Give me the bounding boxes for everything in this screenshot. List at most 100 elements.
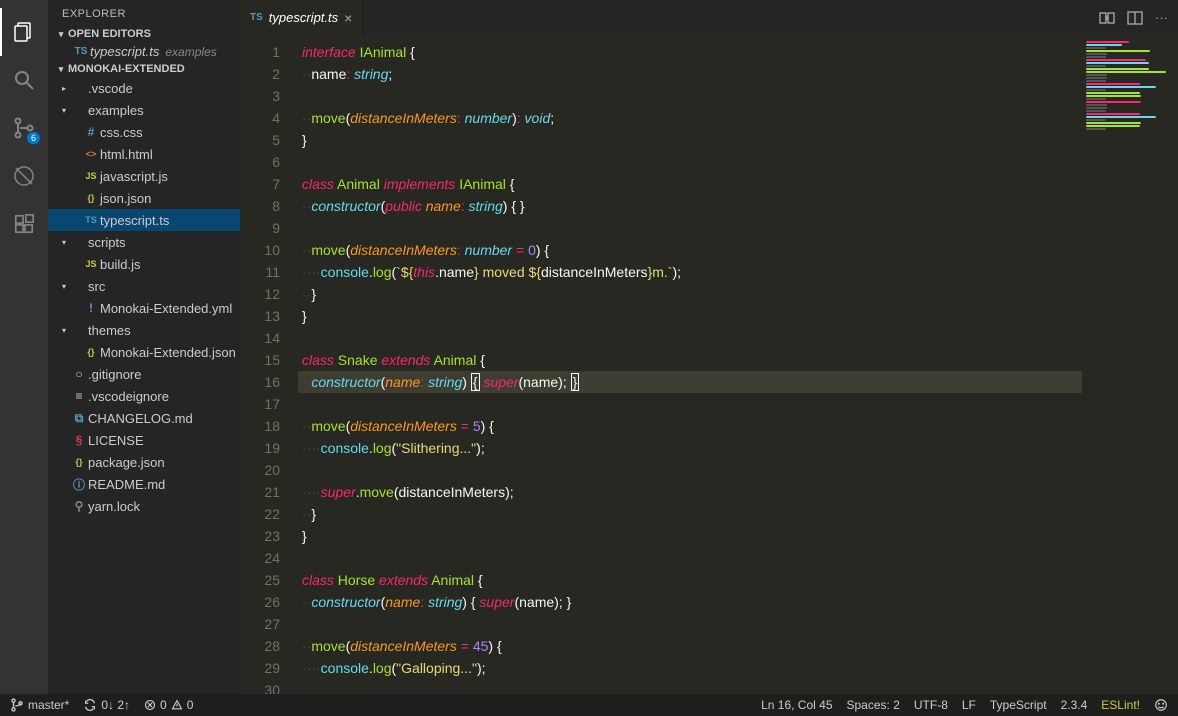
ts-version[interactable]: 2.3.4 <box>1061 698 1088 712</box>
folder-item[interactable]: ▾ scripts <box>48 231 240 253</box>
file-item[interactable]: ⓘREADME.md <box>48 473 240 495</box>
file-item[interactable]: ○.gitignore <box>48 363 240 385</box>
editor-body[interactable]: 1234567891011121314151617181920212223242… <box>240 35 1178 694</box>
more-icon[interactable]: ··· <box>1155 10 1168 25</box>
sync-status[interactable]: 0↓ 2↑ <box>83 698 130 712</box>
file-type-icon: <> <box>82 149 100 159</box>
folder-item[interactable]: ▾ examples <box>48 99 240 121</box>
tree-item-label: css.css <box>100 125 143 140</box>
file-type-icon: {} <box>82 193 100 203</box>
close-icon[interactable]: × <box>344 10 352 26</box>
tree-item-label: .vscode <box>88 81 133 96</box>
tree-item-label: themes <box>88 323 131 338</box>
file-item[interactable]: {}Monokai-Extended.json <box>48 341 240 363</box>
file-type-icon: ≡ <box>70 389 88 403</box>
file-type-icon: # <box>82 125 100 139</box>
file-item[interactable]: {}package.json <box>48 451 240 473</box>
diff-icon[interactable] <box>1099 10 1115 26</box>
indentation[interactable]: Spaces: 2 <box>847 698 900 712</box>
cursor-position[interactable]: Ln 16, Col 45 <box>761 698 832 712</box>
status-bar: master* 0↓ 2↑ 0 0 Ln 16, Col 45 Spaces: … <box>0 694 1178 716</box>
tree-item-label: .gitignore <box>88 367 141 382</box>
tree-item-label: LICENSE <box>88 433 144 448</box>
sidebar-title: EXPLORER <box>48 0 240 26</box>
folder-item[interactable]: ▸ .vscode <box>48 77 240 99</box>
file-type-icon: ! <box>82 301 100 315</box>
editor-tab[interactable]: TS typescript.ts × <box>240 0 363 35</box>
tree-item-label: Monokai-Extended.json <box>100 345 236 360</box>
chevron-down-icon: ▾ <box>58 282 70 291</box>
file-item[interactable]: ≡.vscodeignore <box>48 385 240 407</box>
file-item[interactable]: TStypescript.ts <box>48 209 240 231</box>
line-gutter: 1234567891011121314151617181920212223242… <box>240 35 298 694</box>
problems-status[interactable]: 0 0 <box>144 698 193 712</box>
tree-item-label: html.html <box>100 147 153 162</box>
chevron-down-icon: ▾ <box>58 106 70 115</box>
tree-item-label: README.md <box>88 477 165 492</box>
extensions-activity-icon[interactable] <box>0 200 48 248</box>
folder-item[interactable]: ▾ themes <box>48 319 240 341</box>
tree-item-label: Monokai-Extended.yml <box>100 301 232 316</box>
open-editors-header[interactable]: ▾ OPEN EDITORS <box>48 26 240 42</box>
chevron-down-icon: ▾ <box>58 238 70 247</box>
file-type-icon: ⚲ <box>70 499 88 513</box>
tree-item-label: CHANGELOG.md <box>88 411 193 426</box>
chevron-down-icon: ▾ <box>54 29 68 40</box>
tree-item-label: .vscodeignore <box>88 389 169 404</box>
file-tree: ▸.vscode▾examples#css.css<>html.htmlJSja… <box>48 77 240 517</box>
minimap[interactable] <box>1082 35 1178 694</box>
scm-badge: 6 <box>27 132 40 144</box>
open-editor-item[interactable]: TS typescript.ts examples <box>48 42 240 61</box>
feedback-icon[interactable] <box>1154 698 1168 712</box>
file-item[interactable]: {}json.json <box>48 187 240 209</box>
file-type-icon: JS <box>82 171 100 181</box>
tree-item-label: typescript.ts <box>100 213 169 228</box>
tab-actions: ··· <box>1089 0 1178 35</box>
file-type-icon: {} <box>82 347 100 357</box>
scm-activity-icon[interactable]: 6 <box>0 104 48 152</box>
tree-item-label: javascript.js <box>100 169 168 184</box>
sidebar: EXPLORER ▾ OPEN EDITORS TS typescript.ts… <box>48 0 240 694</box>
language-mode[interactable]: TypeScript <box>990 698 1047 712</box>
file-item[interactable]: §LICENSE <box>48 429 240 451</box>
file-item[interactable]: #css.css <box>48 121 240 143</box>
branch-status[interactable]: master* <box>10 698 69 712</box>
chevron-down-icon: ▾ <box>58 326 70 335</box>
file-item[interactable]: JSjavascript.js <box>48 165 240 187</box>
split-icon[interactable] <box>1127 10 1143 26</box>
tree-item-label: scripts <box>88 235 126 250</box>
file-type-icon: {} <box>70 457 88 467</box>
tab-bar: TS typescript.ts × ··· <box>240 0 1178 35</box>
file-type-icon: TS <box>82 215 100 225</box>
search-activity-icon[interactable] <box>0 56 48 104</box>
tree-item-label: json.json <box>100 191 151 206</box>
file-item[interactable]: <>html.html <box>48 143 240 165</box>
eol[interactable]: LF <box>962 698 976 712</box>
file-type-icon: ○ <box>70 367 88 381</box>
explorer-activity-icon[interactable] <box>0 8 48 56</box>
ts-file-icon: TS <box>72 46 90 57</box>
file-type-icon: § <box>70 433 88 447</box>
tree-item-label: src <box>88 279 105 294</box>
file-item[interactable]: ⧉CHANGELOG.md <box>48 407 240 429</box>
code-content[interactable]: interface IAnimal {··name: string; ··mov… <box>298 35 1082 694</box>
activity-bar: 6 <box>0 0 48 694</box>
eslint-status[interactable]: ESLint! <box>1101 698 1140 712</box>
file-item[interactable]: ⚲yarn.lock <box>48 495 240 517</box>
file-type-icon: JS <box>82 259 100 269</box>
folder-header[interactable]: ▾ MONOKAI-EXTENDED <box>48 61 240 77</box>
debug-activity-icon[interactable] <box>0 152 48 200</box>
chevron-right-icon: ▸ <box>58 84 70 93</box>
tree-item-label: examples <box>88 103 144 118</box>
file-item[interactable]: JSbuild.js <box>48 253 240 275</box>
chevron-down-icon: ▾ <box>54 64 68 75</box>
file-type-icon: ⧉ <box>70 411 88 426</box>
file-type-icon: ⓘ <box>70 476 88 493</box>
folder-item[interactable]: ▾ src <box>48 275 240 297</box>
file-item[interactable]: !Monokai-Extended.yml <box>48 297 240 319</box>
tree-item-label: build.js <box>100 257 140 272</box>
encoding[interactable]: UTF-8 <box>914 698 948 712</box>
ts-file-icon: TS <box>250 12 263 23</box>
editor-area: TS typescript.ts × ··· 12345678910111213… <box>240 0 1178 694</box>
tree-item-label: yarn.lock <box>88 499 140 514</box>
